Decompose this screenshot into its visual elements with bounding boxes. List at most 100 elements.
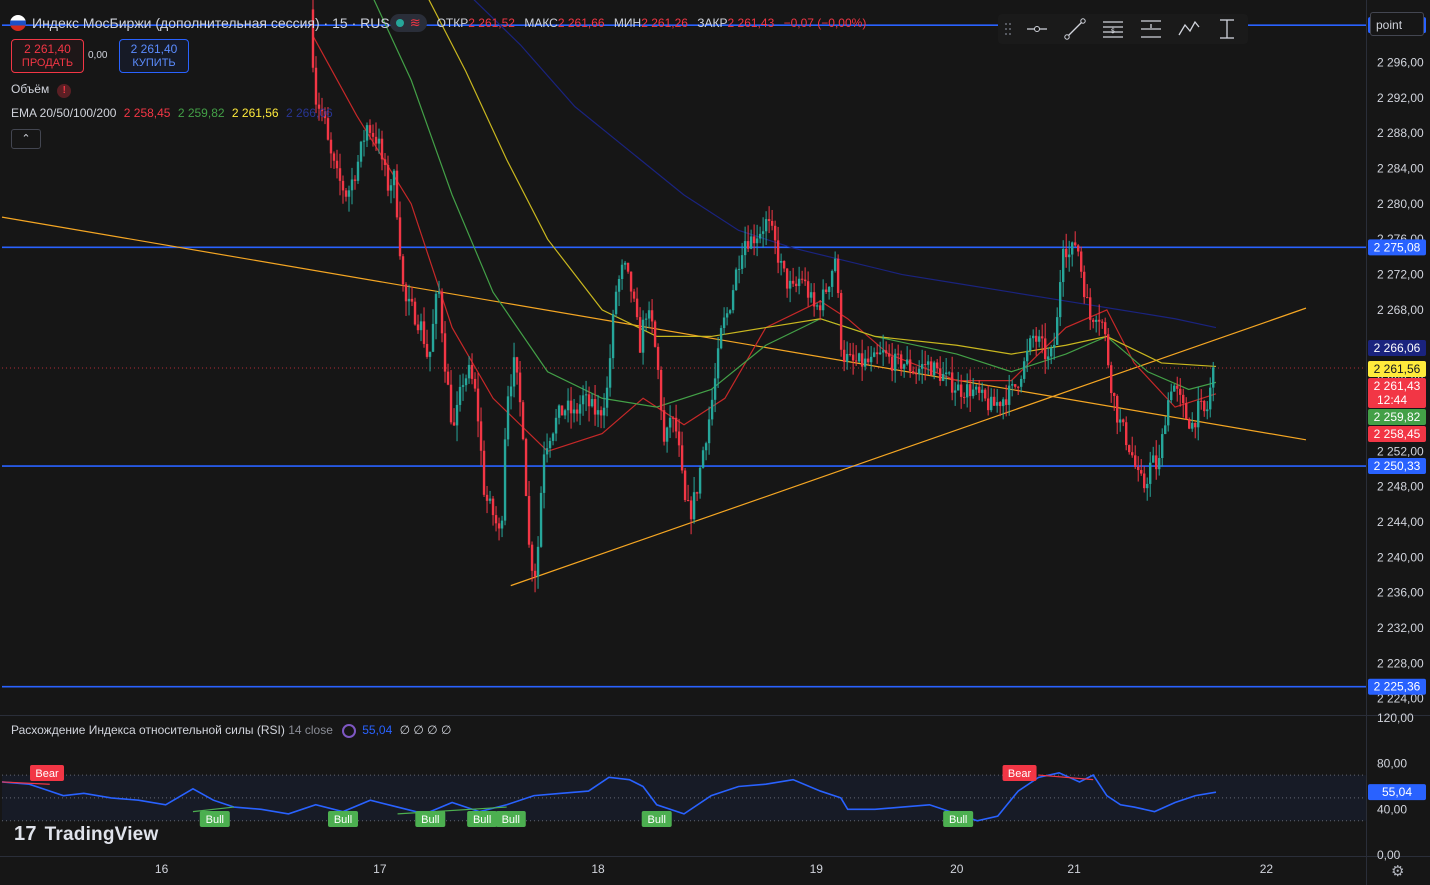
price-tag-label: 2 261,56 [1374, 362, 1421, 376]
buy-price: 2 261,40 [130, 42, 178, 56]
candle-body [692, 492, 696, 520]
candle-body [1052, 344, 1056, 348]
candle-body [380, 138, 384, 160]
candle-body [836, 258, 840, 294]
candle-body [761, 231, 765, 234]
sell-button[interactable]: 2 261,40 ПРОДАТЬ [11, 39, 84, 73]
candle-body [974, 386, 978, 390]
rsi-legend[interactable]: Расхождение Индекса относительной силы (… [11, 723, 451, 738]
candle-body [839, 293, 843, 350]
candle-body [551, 433, 555, 441]
candle-body [1113, 393, 1116, 396]
measure-icon[interactable] [1208, 14, 1246, 44]
candle-body [803, 279, 807, 282]
candle-body [995, 402, 999, 406]
candle-body [818, 305, 822, 311]
pattern-icon[interactable] [1170, 14, 1208, 44]
candle-body [365, 125, 369, 141]
volume-legend[interactable]: Объём! [11, 82, 72, 98]
candle-body [1022, 361, 1026, 379]
ema-legend[interactable]: EMA 20/50/100/200 2 258,45 2 259,82 2 26… [11, 106, 337, 120]
rsi-tick-label: 40,00 [1377, 802, 1407, 816]
collapse-legend-button[interactable]: ⌃ [11, 129, 41, 149]
candle-body [860, 353, 864, 367]
candle-body [371, 132, 375, 137]
candle-body [989, 396, 993, 411]
trend-line-icon[interactable] [1056, 14, 1094, 44]
signal-label: Bull [949, 814, 967, 826]
candle-body [716, 348, 720, 379]
candle-body [1158, 458, 1161, 470]
candle-body [1079, 251, 1083, 272]
candle-body [1092, 319, 1095, 322]
candle-body [1058, 282, 1062, 318]
candle-body [992, 396, 996, 406]
candle-body [1043, 338, 1047, 360]
candle-body [449, 384, 453, 423]
candle-body [1034, 335, 1038, 342]
candle-body [1176, 385, 1179, 389]
candle-body [590, 399, 594, 407]
candle-body [635, 298, 639, 318]
y-tick-label: 2 288,00 [1377, 126, 1424, 140]
candle-body [416, 324, 420, 331]
market-status[interactable]: ≋ [389, 14, 427, 32]
candle-body [1155, 455, 1158, 470]
candle-body [1131, 452, 1134, 456]
signal-label: Bull [421, 814, 439, 826]
candle-body [1037, 336, 1041, 342]
candle-body [887, 353, 891, 357]
candle-body [899, 354, 903, 369]
candle-body [446, 371, 450, 385]
signal-label: Bull [334, 814, 352, 826]
candle-body [1019, 378, 1023, 387]
price-unit-select[interactable]: point [1370, 12, 1424, 36]
sell-label: ПРОДАТЬ [21, 57, 74, 69]
candle-body [611, 314, 615, 359]
chart-canvas[interactable]: 2 224,002 228,002 232,002 236,002 240,00… [0, 0, 1430, 885]
candle-body [872, 352, 876, 357]
rsi-indicator-icon [342, 723, 357, 738]
candle-body [461, 385, 465, 387]
high-value: 2 261,66 [557, 16, 605, 30]
candle-body [668, 417, 672, 428]
horizontal-ray-icon[interactable] [1018, 14, 1056, 44]
candle-body [1119, 419, 1122, 423]
candle-body [1116, 395, 1119, 423]
parallel-channel-icon[interactable] [1132, 14, 1170, 44]
candle-body [401, 256, 405, 285]
candle-body [1098, 319, 1101, 322]
drag-handle-icon[interactable] [998, 14, 1018, 44]
candle-body [1101, 321, 1104, 323]
buy-button[interactable]: 2 261,40 КУПИТЬ [119, 39, 189, 73]
candle-body [791, 280, 795, 284]
candle-body [764, 219, 768, 232]
candle-body [413, 301, 417, 325]
candle-body [542, 454, 546, 493]
level-price-tag-label: 2 225,36 [1374, 680, 1421, 694]
candle-body [614, 291, 618, 315]
candle-body [806, 281, 810, 298]
candle-body [1073, 242, 1077, 246]
svg-text:$: $ [1111, 27, 1115, 35]
candle-body [821, 289, 825, 311]
candle-body [1182, 394, 1185, 404]
warning-icon[interactable]: ! [57, 84, 72, 98]
candle-body [1107, 334, 1110, 366]
candle-body [398, 217, 402, 257]
candle-body [1200, 400, 1203, 402]
candle-body [1007, 385, 1011, 405]
candle-body [1164, 425, 1167, 435]
candle-body [518, 372, 522, 403]
price-tag-time: 12:44 [1377, 393, 1407, 407]
symbol-title[interactable]: Индекс МосБиржи (дополнительная сессия) … [32, 15, 390, 31]
candle-body [578, 404, 582, 414]
settings-gear-icon[interactable]: ⚙ [1391, 862, 1404, 880]
candle-body [1179, 388, 1182, 395]
candle-body [845, 353, 849, 362]
candle-body [1031, 335, 1035, 339]
fib-retracement-icon[interactable]: $ [1094, 14, 1132, 44]
tradingview-logo[interactable]: 17 TradingView [14, 823, 158, 846]
candle-body [875, 352, 879, 355]
signal-label: Bull [648, 814, 666, 826]
